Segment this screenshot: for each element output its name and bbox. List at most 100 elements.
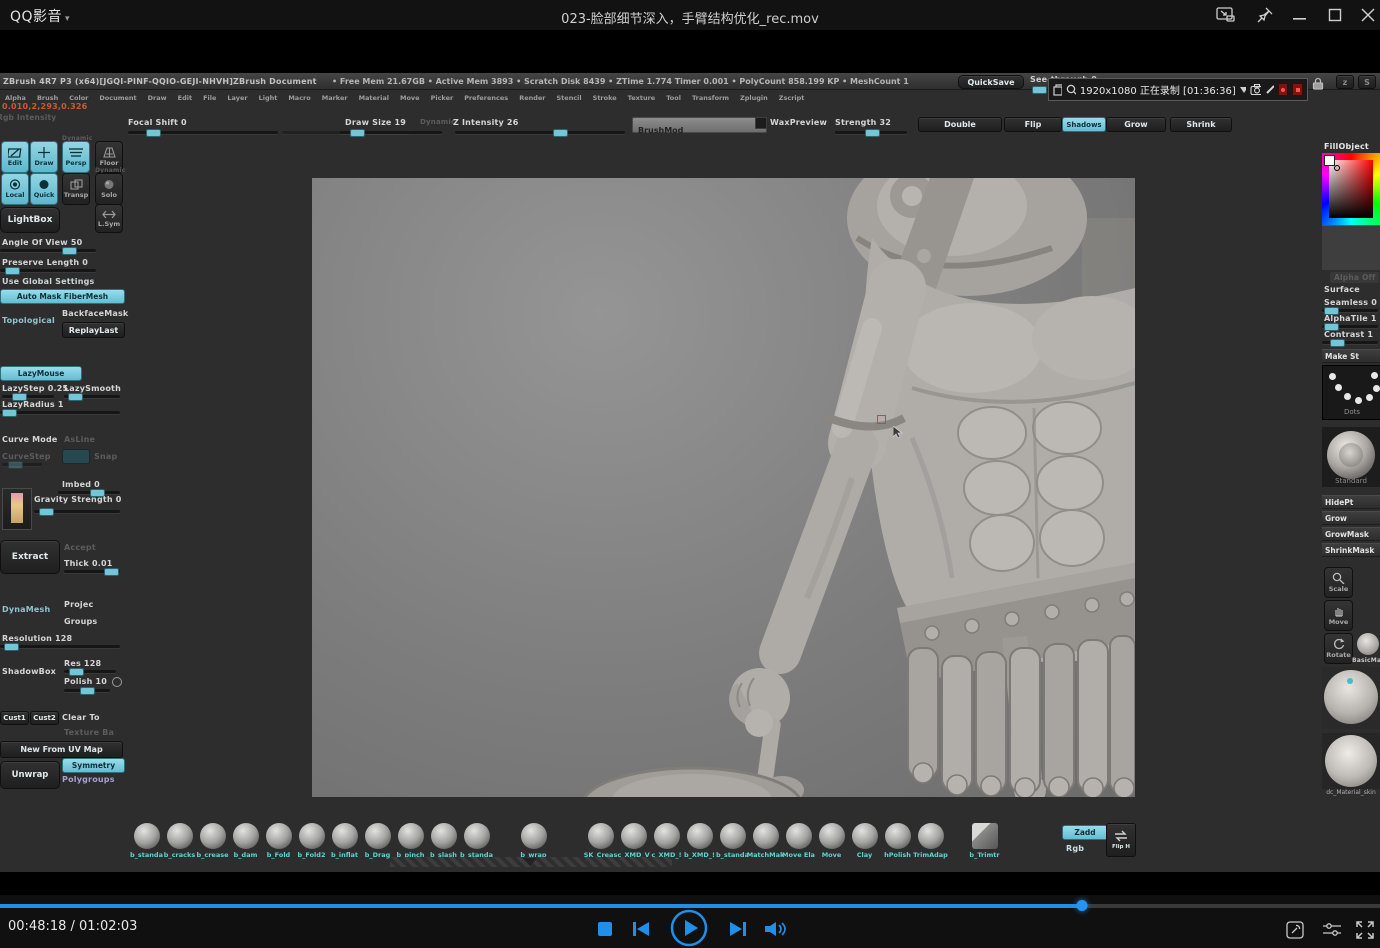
draw-size-slider[interactable] [340,131,442,134]
preserve-length-slider[interactable] [0,269,96,272]
grow-button-right[interactable]: Grow [1322,511,1380,525]
lazy-smooth-slider[interactable] [64,395,120,398]
polish-slider[interactable] [64,689,110,692]
rotate-button[interactable]: Rotate [1324,633,1353,664]
menu-item[interactable]: Draw [145,92,170,104]
menu-item[interactable]: Tool [663,92,684,104]
hide-pt-button[interactable]: HidePt [1322,495,1380,509]
double-button[interactable]: Double [918,117,1002,132]
slider-handle[interactable] [553,129,568,137]
brush-preview[interactable]: Standard [1322,427,1380,487]
settings-button[interactable] [1322,922,1342,938]
new-from-uv-map-button[interactable]: New From UV Map [0,741,123,758]
flip-h-button[interactable]: Flip H [1106,823,1136,857]
brush-item[interactable]: b_Drag [361,823,394,859]
bend-button[interactable] [62,449,90,464]
menu-item[interactable]: Move [397,92,423,104]
cust1-button[interactable]: Cust1 [0,711,29,725]
slider-handle[interactable] [1330,339,1345,347]
menu-item[interactable]: Transform [689,92,732,104]
local-button[interactable]: Local [1,173,29,205]
brush-item[interactable]: b_wrap [517,823,550,859]
mini-mode-button[interactable] [1214,6,1238,24]
brush-item[interactable]: Move [815,823,848,859]
curve-step-slider[interactable] [2,463,42,466]
scale-button[interactable]: Scale [1324,567,1353,598]
brush-strip-scrollbar[interactable] [390,857,672,867]
replay-last-button[interactable]: ReplayLast [62,322,125,338]
sculpt-canvas[interactable] [312,178,1135,797]
polish-toggle-icon[interactable] [112,677,122,687]
solo-button[interactable]: Solo [95,173,123,205]
fill-object-button[interactable]: FillObject [1324,142,1369,151]
menu-item[interactable]: Zscript [776,92,808,104]
curve-mode-label[interactable]: Curve Mode [2,435,58,444]
slider-handle[interactable] [2,409,17,417]
angle-of-view-slider[interactable] [0,249,96,252]
minimize-button[interactable] [1288,6,1312,24]
menu-item[interactable]: Texture [625,92,659,104]
menu-item[interactable]: Stencil [554,92,585,104]
use-global-settings-label[interactable]: Use Global Settings [2,277,95,286]
slider-handle[interactable] [350,129,365,137]
volume-button[interactable] [764,921,786,937]
maximize-button[interactable] [1323,6,1347,24]
record-pause-button[interactable] [1278,83,1289,96]
slider-handle[interactable] [39,508,54,516]
projec-label[interactable]: Projec [64,600,93,609]
stroke-preview[interactable]: Dots [1322,365,1380,420]
brush-item[interactable]: b_Fold2 [295,823,328,859]
gravity-thumbnail[interactable] [2,488,32,530]
thick-slider[interactable] [64,570,120,573]
menu-item[interactable]: File [200,92,219,104]
record-stop-button[interactable] [1292,83,1303,96]
strength-slider[interactable] [835,131,907,134]
slider-handle[interactable] [146,129,161,137]
progress-bar[interactable] [0,904,1380,908]
texture-preview[interactable] [1322,225,1380,270]
color-picker[interactable] [1322,153,1380,225]
menu-item[interactable]: Preferences [461,92,511,104]
res-slider[interactable] [64,670,116,673]
menu-item[interactable]: Stroke [590,92,620,104]
waxpreview-checkbox[interactable] [755,117,767,129]
flip-button[interactable]: Flip [1004,117,1062,132]
z-intensity-slider[interactable] [455,131,625,134]
brush-item[interactable]: b_inflat [328,823,361,859]
imbed-slider[interactable] [58,491,120,494]
menu-item[interactable]: Picker [428,92,457,104]
menu-item[interactable]: Document [96,92,139,104]
slider-handle[interactable] [69,668,84,676]
menu-item[interactable]: Edit [175,92,195,104]
brush-item[interactable]: SK_Creas [584,823,617,859]
play-button[interactable] [670,909,708,947]
slider-handle[interactable] [104,568,119,576]
gravity-strength-slider[interactable] [34,510,120,513]
menu-item[interactable]: Layer [224,92,250,104]
slider-handle[interactable] [5,267,20,275]
groups-label[interactable]: Groups [64,617,97,626]
dynamesh-label[interactable]: DynaMesh [2,605,50,614]
lazy-step-slider[interactable] [2,395,54,398]
contrast-slider[interactable] [1322,341,1378,344]
menu-item[interactable]: Render [516,92,548,104]
shrink-button[interactable]: Shrink [1170,117,1232,132]
brush-item[interactable]: b_XMD_! [683,823,716,859]
menu-item[interactable]: Light [256,92,281,104]
slider-handle[interactable] [865,129,880,137]
brushmod-slider[interactable]: BrushMod [632,117,767,133]
extract-button[interactable]: Extract [0,540,60,574]
brush-item[interactable]: b_standa [716,823,749,859]
draw-button[interactable]: Draw [30,141,58,173]
brush-item[interactable]: b_pinch [394,823,427,859]
stop-button[interactable] [598,922,612,936]
symmetry-button[interactable]: Symmetry [62,758,125,773]
previous-button[interactable] [632,921,650,937]
menu-item[interactable]: Zplugin [737,92,771,104]
copy-icon[interactable] [1053,84,1062,96]
brush-item[interactable]: b_standa [460,823,493,859]
see-through-slider[interactable] [1032,86,1047,94]
shadows-button[interactable]: Shadows [1062,117,1106,132]
lock-icon[interactable] [1312,75,1324,94]
skin-material[interactable] [1322,733,1380,789]
